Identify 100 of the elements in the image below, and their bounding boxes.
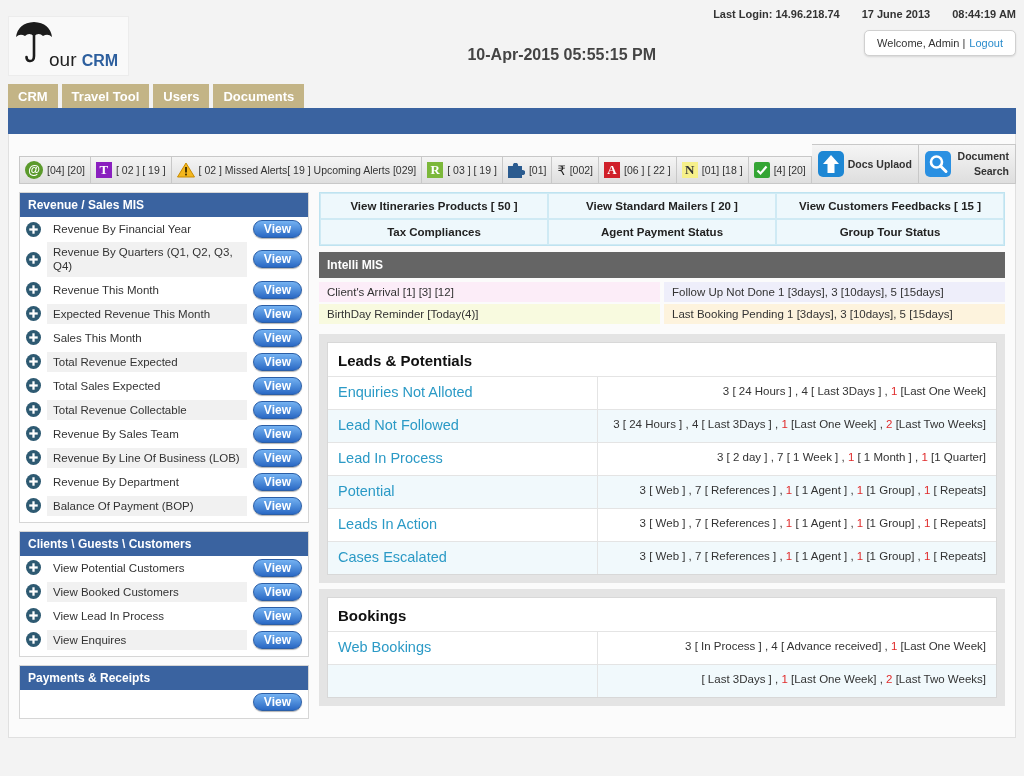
alerts-button[interactable]: [ 02 ] Missed Alerts[ 19 ] Upcoming Alerts [029] (171, 156, 423, 184)
plus-icon[interactable] (26, 354, 41, 370)
stats-text: 3 [ Web ] , 7 [ References ] , 1 [ 1 Agent ] , 1 [1 Group] , 1 [ Repeats] (638, 516, 987, 531)
menu-link[interactable]: Group Tour Status (776, 219, 1004, 245)
view-button[interactable]: View (252, 472, 302, 491)
logout-link[interactable]: Logout (969, 37, 1003, 49)
alert-text: Last Booking Pending 1 [3days], 3 [10days], 5 [15days] (664, 304, 1005, 324)
nav-tab[interactable]: Documents (213, 84, 305, 108)
view-button[interactable]: View (252, 692, 302, 711)
nav-tab[interactable]: CRM (8, 84, 58, 108)
category-link[interactable]: Potential (328, 476, 598, 508)
category-link[interactable]: Web Bookings (328, 632, 598, 664)
view-button[interactable]: View (252, 630, 302, 649)
plus-icon[interactable] (26, 426, 41, 442)
menu-link[interactable]: View Standard Mailers [ 20 ] (548, 193, 776, 219)
plus-icon[interactable] (26, 330, 41, 346)
view-button[interactable]: View (252, 582, 302, 601)
view-button[interactable]: View (252, 448, 302, 467)
panel-header: Clients \ Guests \ Customers (20, 531, 308, 556)
plus-icon[interactable] (26, 560, 41, 576)
view-button[interactable]: View (252, 558, 302, 577)
counter-button[interactable]: N [01] [18 ] (676, 156, 749, 184)
report-label: Revenue This Month (52, 282, 160, 298)
plus-icon[interactable] (26, 632, 41, 648)
menu-link[interactable]: View Customers Feedbacks [ 15 ] (776, 193, 1004, 219)
plus-icon[interactable] (26, 498, 41, 514)
section-header: Intelli MIS (319, 252, 1005, 278)
view-button[interactable]: View (252, 328, 302, 347)
panel-title: Leads & Potentials (337, 351, 474, 371)
search-button[interactable]: Document Search (918, 144, 1016, 184)
category-link[interactable]: Cases Escalated (328, 542, 598, 574)
menu-link[interactable]: View Itineraries Products [ 50 ] (320, 193, 548, 219)
check-icon (753, 162, 770, 178)
stats-text: 3 [ Web ] , 7 [ References ] , 1 [ 1 Agent ] , 1 [1 Group] , 1 [ Repeats] (598, 476, 996, 508)
puzzle-icon (507, 162, 525, 178)
view-button[interactable]: View (252, 220, 302, 238)
stats-text: 3 [ 24 Hours ] , 4 [ Last 3Days ] , 1 [Last One Week] , 2 [Last Two Weeks] (598, 410, 996, 442)
counter-button[interactable]: @ [04] [20] (19, 156, 91, 184)
symbol-badge: @ (25, 161, 43, 179)
report-label: View Enquires (47, 629, 247, 650)
alert-text: Follow Up Not Done 1 [3days], 3 [10days], 5 [15days] (664, 282, 1005, 302)
upload-button[interactable]: Docs Uplaod (811, 144, 919, 184)
view-button[interactable]: View (252, 250, 302, 269)
counter-button[interactable]: R [ 03 ] [ 19 ] (422, 156, 503, 184)
letter-badge: A (604, 162, 621, 178)
plus-icon[interactable] (26, 584, 41, 600)
report-label: Balance Of Payment (BOP) (47, 495, 247, 516)
view-button[interactable]: View (252, 352, 302, 371)
counter-button[interactable]: T [ 02 ] [ 19 ] (90, 156, 172, 184)
nav-tab[interactable]: Users (153, 84, 210, 108)
logo-text: our CRM (49, 50, 119, 69)
menu-link[interactable]: Agent Payment Status (548, 219, 776, 245)
report-label: Revenue By Quarters (Q1, Q2, Q3, Q4) (47, 242, 247, 277)
plus-icon[interactable] (26, 251, 41, 267)
view-button[interactable]: View (252, 376, 302, 395)
letter-badge: T (95, 162, 112, 178)
counter-button[interactable]: [01] (502, 156, 553, 184)
category-link[interactable]: Leads In Action (328, 509, 598, 541)
panel-header: Revenue / Sales MIS (20, 193, 308, 217)
stats-text: [ Last 3Days ] , 1 [Last One Week] , 2 [Last Two Weeks] (598, 665, 996, 697)
rupee-sign: ₹ (557, 162, 566, 178)
view-button[interactable]: View (252, 304, 302, 323)
warning-icon (176, 162, 195, 178)
report-label: Total Revenue Collectable (47, 399, 247, 420)
category-link[interactable]: Enquiries Not Alloted (328, 377, 598, 409)
time-text: 08:44:19 AM (952, 8, 1016, 20)
report-label: Total Sales Expected (52, 378, 162, 394)
plus-icon[interactable] (26, 306, 41, 322)
view-button[interactable]: View (252, 496, 302, 515)
panel-header: Payments & Receipts (20, 665, 308, 690)
report-label: Revenue By Sales Team (52, 426, 180, 442)
report-label: Sales This Month (52, 330, 143, 346)
letter-badge: N (681, 162, 698, 178)
view-button[interactable]: View (252, 280, 302, 299)
report-label: View Potential Customers (52, 560, 186, 576)
report-label: Total Revenue Expected (47, 351, 247, 372)
counter-button[interactable]: ₹ [002] (552, 156, 600, 184)
search-icon (924, 151, 951, 177)
report-label: View Booked Customers (47, 581, 247, 602)
menu-link[interactable]: Tax Compliances (320, 219, 548, 245)
plus-icon[interactable] (26, 221, 41, 237)
counter-button[interactable]: [4] [20] (748, 156, 812, 184)
stats-text: 3 [ In Process ] , 4 [ Advance received] , 1 [Last One Week] (684, 639, 987, 654)
stats-text: 3 [ Web ] , 7 [ References ] , 1 [ 1 Agent ] , 1 [1 Group] , 1 [ Repeats] (598, 542, 996, 574)
panel-title: Bookings (337, 606, 408, 626)
plus-icon[interactable] (26, 282, 41, 298)
plus-icon[interactable] (26, 402, 41, 418)
counter-button[interactable]: A [06 ] [ 22 ] (599, 156, 677, 184)
category-link[interactable]: Lead Not Followed (328, 410, 598, 442)
plus-icon[interactable] (26, 474, 41, 490)
plus-icon[interactable] (26, 450, 41, 466)
stats-text: 3 [ 2 day ] , 7 [ 1 Week ] , 1 [ 1 Month ] , 1 [1 Quarter] (716, 450, 987, 465)
view-button[interactable]: View (252, 424, 302, 443)
plus-icon[interactable] (26, 378, 41, 394)
view-button[interactable]: View (252, 400, 302, 419)
category-link[interactable]: Lead In Process (328, 443, 598, 475)
nav-tab[interactable]: Travel Tool (61, 84, 150, 108)
plus-icon[interactable] (26, 608, 41, 624)
view-button[interactable]: View (252, 606, 302, 625)
report-label: Revenue By Department (52, 474, 180, 490)
